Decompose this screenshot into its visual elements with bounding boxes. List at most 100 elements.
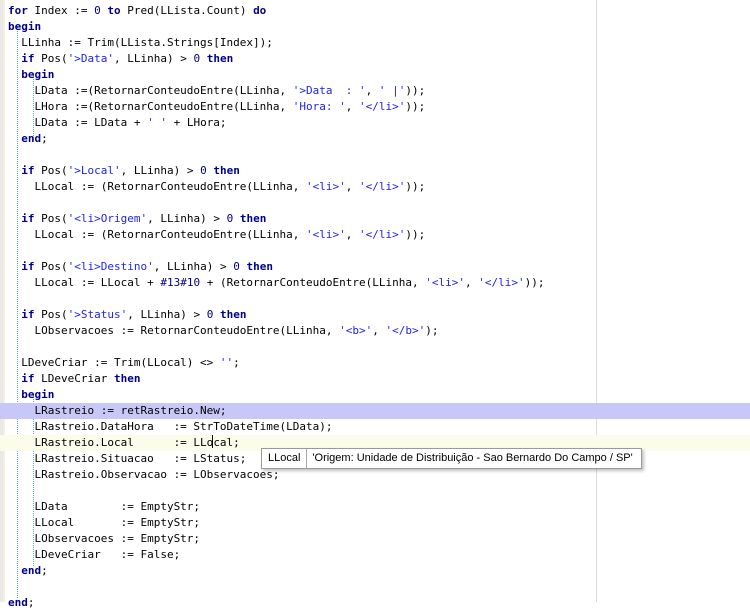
code-line[interactable]: LHora :=(RetornarConteudoEntre(LLinha, '… [0, 99, 750, 115]
code-line[interactable]: LLocal := (RetornarConteudoEntre(LLinha,… [0, 179, 750, 195]
code-token: '>Data : ' [292, 84, 366, 97]
code-line-text: end; [8, 595, 35, 611]
code-line[interactable]: begin [0, 387, 750, 403]
code-token: LObservacoes := RetornarConteudoEntre(LL… [8, 324, 340, 337]
code-line-text: if Pos('<li>Origem', LLinha) > 0 then [8, 211, 266, 227]
code-token: , LLinha) > [153, 260, 234, 273]
code-line[interactable]: if Pos('<li>Origem', LLinha) > 0 then [0, 211, 750, 227]
code-token: ' |' [378, 84, 406, 97]
code-line[interactable]: if LDeveCriar then [0, 371, 750, 387]
code-line[interactable] [0, 483, 750, 499]
code-line[interactable]: begin [0, 67, 750, 83]
code-line[interactable]: LData :=(RetornarConteudoEntre(LLinha, '… [0, 83, 750, 99]
code-line[interactable]: end; [0, 563, 750, 579]
code-line-text: begin [8, 387, 54, 403]
code-line[interactable]: if Pos('>Status', LLinha) > 0 then [0, 307, 750, 323]
code-token: LRastreio.Local := LLo [8, 436, 214, 449]
code-line[interactable] [0, 339, 750, 355]
code-token: , [345, 228, 360, 241]
code-token: LDeveCriar := False; [8, 548, 181, 561]
code-line[interactable]: LRastreio.DataHora := StrToDateTime(LDat… [0, 419, 750, 435]
code-line[interactable]: end; [0, 595, 750, 611]
code-token: '' [219, 356, 234, 369]
code-token: 'Hora: ' [292, 100, 346, 113]
code-token: )); [405, 100, 426, 113]
code-token: then [206, 52, 234, 65]
code-token: )); [405, 228, 426, 241]
code-token: 0 [233, 260, 240, 273]
code-line[interactable]: LLocal := (RetornarConteudoEntre(LLinha,… [0, 227, 750, 243]
code-token: '</li>' [359, 100, 406, 113]
code-token: if [21, 308, 35, 321]
code-token: Pred(LLista.Count) [120, 4, 254, 17]
code-token: LData := LData + [8, 116, 148, 129]
code-line[interactable]: for Index := 0 to Pred(LLista.Count) do [0, 3, 750, 19]
code-token: for [8, 4, 28, 17]
code-token: ; [233, 356, 240, 369]
code-line-text: LLocal := EmptyStr; [8, 515, 200, 531]
code-line-text: end; [8, 563, 48, 579]
code-editor[interactable]: for Index := 0 to Pred(LLista.Count) do b… [0, 0, 750, 609]
code-line[interactable]: LRastreio.Observacao := LObservacoes; [0, 467, 750, 483]
code-token: cal; [213, 436, 240, 449]
code-token: LRastreio.DataHora := StrToDateTime(LDat… [8, 420, 333, 433]
code-line[interactable] [0, 291, 750, 307]
code-token: , [465, 276, 479, 289]
code-token: '>Local' [67, 164, 121, 177]
code-token: '<b>' [339, 324, 373, 337]
code-token: + (RetornarConteudoEntre(LLinha, [200, 276, 426, 289]
code-token: 0 [200, 164, 207, 177]
code-token: LRastreio.Observacao := LObservacoes; [8, 468, 280, 481]
code-line[interactable]: LObservacoes := EmptyStr; [0, 531, 750, 547]
code-line-text: LLinha := Trim(LLista.Strings[Index]); [8, 35, 273, 51]
code-line[interactable]: LLocal := EmptyStr; [0, 515, 750, 531]
code-token: , [345, 180, 360, 193]
code-token: then [213, 164, 240, 177]
code-line[interactable] [0, 243, 750, 259]
code-token: '>Status' [67, 308, 128, 321]
code-line[interactable]: if Pos('>Data', LLinha) > 0 then [0, 51, 750, 67]
code-line[interactable]: LObservacoes := RetornarConteudoEntre(LL… [0, 323, 750, 339]
code-token: ; [41, 564, 48, 577]
code-line[interactable]: LDeveCriar := False; [0, 547, 750, 563]
code-token: , [372, 324, 386, 337]
debug-value-hint: LLocal 'Origem: Unidade de Distribuição … [261, 448, 642, 469]
code-token: if [21, 52, 35, 65]
code-token: )); [405, 180, 426, 193]
code-line[interactable] [0, 195, 750, 211]
code-token: begin [8, 20, 42, 33]
code-line-text: LRastreio := retRastreio.New; [8, 403, 226, 419]
code-token: , LLinha) > [147, 212, 227, 225]
code-token: ); [425, 324, 439, 337]
code-token: Index := [27, 4, 95, 17]
code-line[interactable]: if Pos('<li>Destino', LLinha) > 0 then [0, 259, 750, 275]
code-line[interactable] [0, 147, 750, 163]
code-line[interactable]: if Pos('>Local', LLinha) > 0 then [0, 163, 750, 179]
code-line[interactable] [0, 579, 750, 595]
code-token: LLocal := LLocal + [8, 276, 161, 289]
code-line[interactable]: LData := LData + ' ' + LHora; [0, 115, 750, 131]
code-line[interactable]: LLinha := Trim(LLista.Strings[Index]); [0, 35, 750, 51]
code-token: '</li>' [478, 276, 525, 289]
code-line[interactable]: LData := EmptyStr; [0, 499, 750, 515]
code-line[interactable]: LLocal := LLocal + #13#10 + (RetornarCon… [0, 275, 750, 291]
code-line-text: LObservacoes := EmptyStr; [8, 531, 200, 547]
code-line-text: if Pos('<li>Destino', LLinha) > 0 then [8, 259, 273, 275]
code-line[interactable]: end; [0, 131, 750, 147]
code-token: #13#10 [160, 276, 201, 289]
code-token: Pos( [34, 260, 68, 273]
code-line[interactable]: LDeveCriar := Trim(LLocal) <> ''; [0, 355, 750, 371]
code-token: ' ' [147, 116, 167, 129]
code-line-text: LLocal := (RetornarConteudoEntre(LLinha,… [8, 227, 425, 243]
code-line[interactable]: begin [0, 19, 750, 35]
code-token: then [239, 212, 267, 225]
code-line[interactable]: LRastreio := retRastreio.New; [0, 403, 750, 419]
code-token: begin [21, 68, 55, 81]
code-token: end [8, 596, 28, 609]
code-line-text: LRastreio.Situacao := LStatus; [8, 451, 246, 467]
